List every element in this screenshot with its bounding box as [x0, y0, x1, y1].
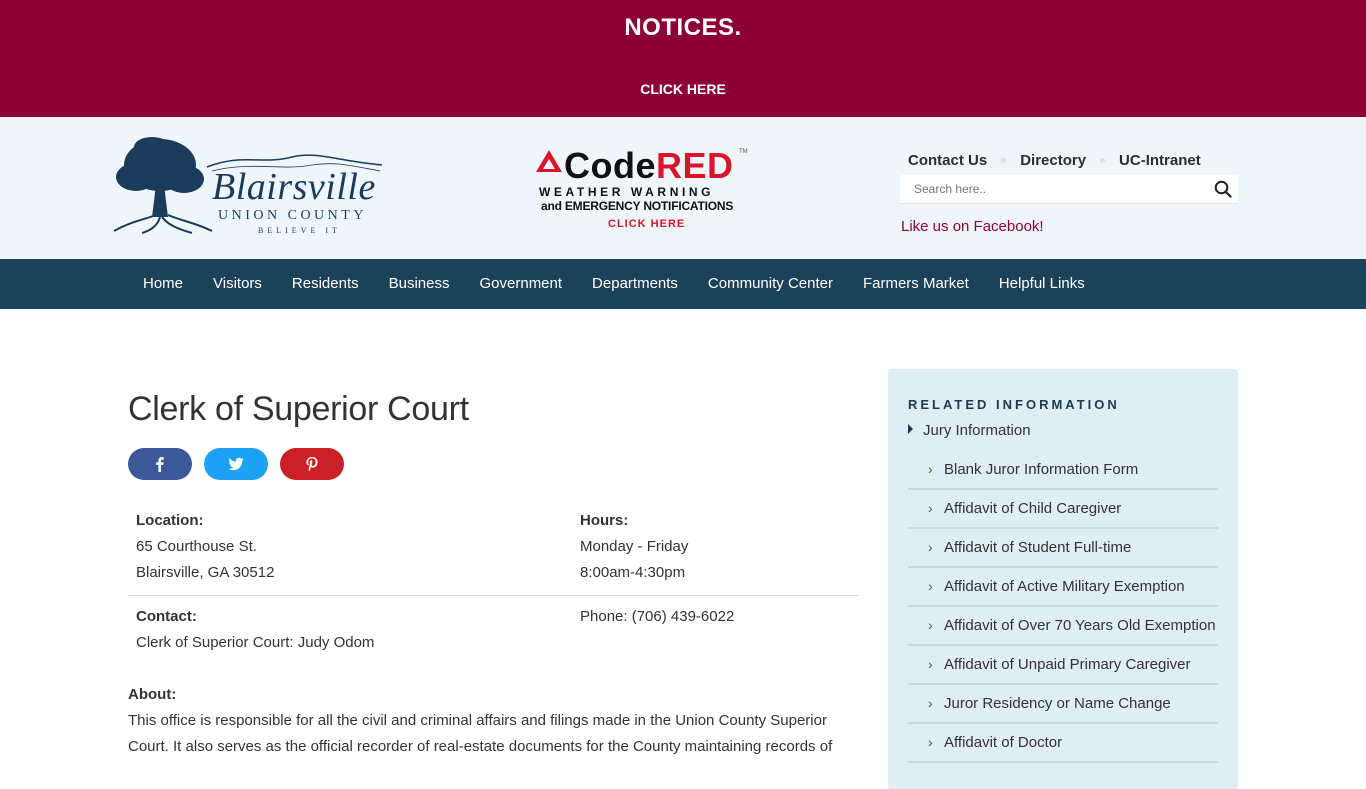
uc-intranet-link[interactable]: UC-Intranet [1119, 152, 1201, 169]
facebook-icon [156, 457, 164, 472]
contact-us-link[interactable]: Contact Us [908, 152, 987, 169]
blairsville-logo[interactable]: Blairsville UNION COUNTY BELIEVE IT [112, 135, 387, 237]
sidebar-heading: RELATED INFORMATION [908, 397, 1120, 412]
hours-block: Hours: Monday - Friday 8:00am-4:30pm [580, 508, 688, 586]
sidebar-item-unpaid-caregiver[interactable]: › Affidavit of Unpaid Primary Caregiver [908, 646, 1218, 685]
facebook-link[interactable]: Like us on Facebook! [901, 218, 1044, 235]
share-pinterest-button[interactable] [280, 448, 344, 480]
chevron-right-icon: › [928, 734, 933, 750]
site-header: Blairsville UNION COUNTY BELIEVE IT Code… [0, 117, 1366, 259]
hours-label: Hours: [580, 512, 629, 529]
nav-item-departments[interactable]: Departments [577, 259, 693, 309]
codered-click-here: CLICK HERE [608, 218, 686, 230]
about-label: About: [128, 686, 177, 703]
chevron-right-icon: › [928, 539, 933, 555]
codered-emergency-notifications: and EMERGENCY NOTIFICATIONS [541, 199, 734, 213]
phone-value: Phone: (706) 439-6022 [580, 608, 735, 625]
phone-block: Phone: (706) 439-6022 [580, 604, 734, 630]
chevron-right-icon: › [928, 578, 933, 594]
codered-banner-link[interactable]: CodeRED TM WEATHER WARNING and EMERGENCY… [536, 147, 751, 233]
sidebar-item-student-full-time[interactable]: › Affidavit of Student Full-time [908, 529, 1218, 568]
nav-item-residents[interactable]: Residents [277, 259, 374, 309]
chevron-right-icon: › [928, 617, 933, 633]
location-line2: Blairsville, GA 30512 [136, 564, 275, 581]
location-label: Location: [136, 512, 204, 529]
chevron-right-icon: › [928, 500, 933, 516]
hours-line1: Monday - Friday [580, 538, 689, 555]
sidebar-item-affidavit-doctor[interactable]: › Affidavit of Doctor [908, 724, 1218, 763]
related-information-sidebar: RELATED INFORMATION Jury Information › Bl… [888, 369, 1238, 789]
main-nav: Home Visitors Residents Business Governm… [0, 259, 1366, 309]
codered-trademark: TM [739, 149, 748, 155]
separator-dot [1001, 157, 1007, 163]
notices-banner: NOTICES. CLICK HERE [0, 0, 1366, 117]
chevron-right-icon: › [928, 461, 933, 477]
info-divider [128, 595, 858, 596]
page-title: Clerk of Superior Court [128, 390, 469, 428]
nav-item-community-center[interactable]: Community Center [693, 259, 848, 309]
sidebar-item-residency-name-change[interactable]: › Juror Residency or Name Change [908, 685, 1218, 724]
pinterest-icon [306, 457, 318, 472]
about-section: About: This office is responsible for al… [128, 682, 848, 760]
chevron-right-icon: › [928, 695, 933, 711]
contact-block: Contact: Clerk of Superior Court: Judy O… [136, 604, 374, 656]
codered-triangle-icon [536, 150, 562, 172]
chevron-right-icon: › [928, 656, 933, 672]
location-line1: 65 Courthouse St. [136, 538, 257, 555]
logo-tagline: BELIEVE IT [258, 226, 341, 235]
notices-click-here-link[interactable]: CLICK HERE [0, 81, 1366, 97]
logo-wordmark: Blairsville [212, 166, 376, 208]
location-block: Location: 65 Courthouse St. Blairsville,… [136, 508, 274, 586]
hours-line2: 8:00am-4:30pm [580, 564, 686, 581]
nav-item-visitors[interactable]: Visitors [198, 259, 277, 309]
about-text: This office is responsible for all the c… [128, 712, 833, 755]
sidebar-item-over-70[interactable]: › Affidavit of Over 70 Years Old Exemptio… [908, 607, 1218, 646]
codered-brand: CodeRED [564, 145, 734, 186]
logo-county: UNION COUNTY [218, 208, 367, 223]
sidebar-item-child-caregiver[interactable]: › Affidavit of Child Caregiver [908, 490, 1218, 529]
nav-item-helpful-links[interactable]: Helpful Links [984, 259, 1100, 309]
notices-title: NOTICES. [624, 14, 742, 41]
twitter-icon [228, 457, 244, 471]
share-twitter-button[interactable] [204, 448, 268, 480]
contact-value: Clerk of Superior Court: Judy Odom [136, 634, 375, 651]
sidebar-item-jury-information[interactable]: Jury Information [908, 422, 1031, 439]
utility-links: Contact Us Directory UC-Intranet [908, 152, 1201, 169]
sidebar-item-active-military[interactable]: › Affidavit of Active Military Exemption [908, 568, 1218, 607]
search-input[interactable] [900, 175, 1214, 203]
contact-label: Contact: [136, 608, 197, 625]
share-facebook-button[interactable] [128, 448, 192, 480]
nav-item-government[interactable]: Government [465, 259, 578, 309]
sidebar-item-blank-juror-form[interactable]: › Blank Juror Information Form [908, 451, 1218, 490]
nav-item-home[interactable]: Home [128, 259, 198, 309]
nav-item-business[interactable]: Business [374, 259, 465, 309]
search-icon[interactable] [1214, 180, 1232, 198]
codered-weather-warning: WEATHER WARNING [539, 185, 715, 199]
separator-dot [1100, 157, 1106, 163]
directory-link[interactable]: Directory [1020, 152, 1086, 169]
caret-right-icon [908, 424, 913, 434]
search-box [900, 175, 1238, 204]
nav-item-farmers-market[interactable]: Farmers Market [848, 259, 984, 309]
